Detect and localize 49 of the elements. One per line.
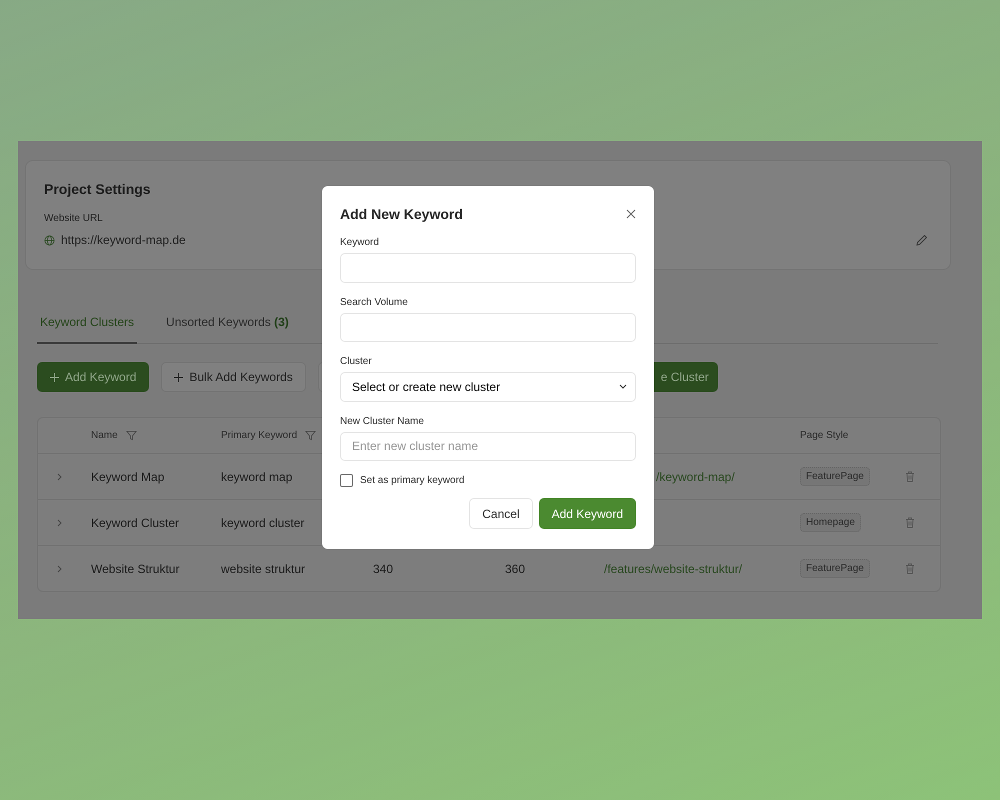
add-keyword-button[interactable]: Add Keyword bbox=[538, 498, 636, 529]
table-cell: 340 bbox=[373, 562, 394, 576]
checkbox[interactable] bbox=[340, 474, 353, 487]
website-url: https://keyword-map.de bbox=[61, 233, 186, 247]
table-cell: Website Struktur bbox=[91, 562, 180, 576]
chevron-right-icon[interactable] bbox=[56, 518, 62, 526]
field-label: New Cluster Name bbox=[340, 416, 425, 426]
edit-icon[interactable] bbox=[916, 234, 928, 246]
card-title: Project Settings bbox=[44, 181, 151, 197]
column-header: Name bbox=[91, 430, 221, 441]
filter-icon[interactable] bbox=[126, 430, 137, 441]
tab[interactable]: Unsorted Keywords (3) bbox=[163, 315, 292, 344]
plus-icon bbox=[50, 372, 59, 382]
input-field[interactable] bbox=[340, 312, 636, 342]
select-field[interactable]: Select or create new cluster bbox=[340, 372, 636, 402]
chevron-right-icon[interactable] bbox=[56, 472, 62, 480]
close-icon[interactable] bbox=[626, 209, 636, 219]
page-style-tag: FeaturePage bbox=[800, 559, 870, 578]
table-cell: website struktur bbox=[221, 562, 306, 576]
dialog-title: Add New Keyword bbox=[340, 206, 463, 222]
toolbar-button[interactable]: Bulk Add Keywords bbox=[161, 362, 306, 392]
toolbar-button[interactable]: Add Keyword bbox=[37, 362, 150, 392]
input-field[interactable] bbox=[340, 253, 636, 282]
page-style-tag: Homepage bbox=[800, 513, 861, 532]
page-style-tag: FeaturePage bbox=[800, 467, 870, 486]
tab[interactable]: Keyword Clusters bbox=[37, 315, 138, 344]
table-cell: Keyword Cluster bbox=[91, 516, 180, 530]
trash-icon[interactable] bbox=[905, 563, 915, 574]
table-cell: Keyword Map bbox=[91, 470, 164, 484]
chevron-right-icon[interactable] bbox=[56, 564, 62, 572]
cancel-button[interactable]: Cancel bbox=[469, 498, 533, 529]
column-header: Page Style bbox=[800, 430, 850, 441]
field-label: Cluster bbox=[340, 356, 373, 367]
globe-icon bbox=[44, 234, 55, 246]
filter-icon[interactable] bbox=[305, 430, 316, 441]
input-field[interactable]: Enter new cluster name bbox=[340, 432, 636, 461]
url-link[interactable]: /features/website-struktur/ bbox=[604, 562, 742, 576]
checkbox-label: Set as primary keyword bbox=[360, 475, 464, 486]
field-label: Keyword bbox=[340, 237, 380, 248]
table-cell: keyword cluster bbox=[221, 516, 304, 530]
trash-icon[interactable] bbox=[905, 517, 915, 528]
plus-icon bbox=[174, 372, 184, 382]
url-link[interactable]: /keyword-map/ bbox=[656, 470, 735, 484]
trash-icon[interactable] bbox=[905, 471, 915, 482]
table-cell: keyword map bbox=[221, 470, 292, 484]
table-cell: 360 bbox=[505, 562, 526, 576]
chevron-down-icon bbox=[619, 384, 627, 390]
field-label: Website URL bbox=[44, 213, 103, 224]
field-label: Search Volume bbox=[340, 296, 409, 308]
